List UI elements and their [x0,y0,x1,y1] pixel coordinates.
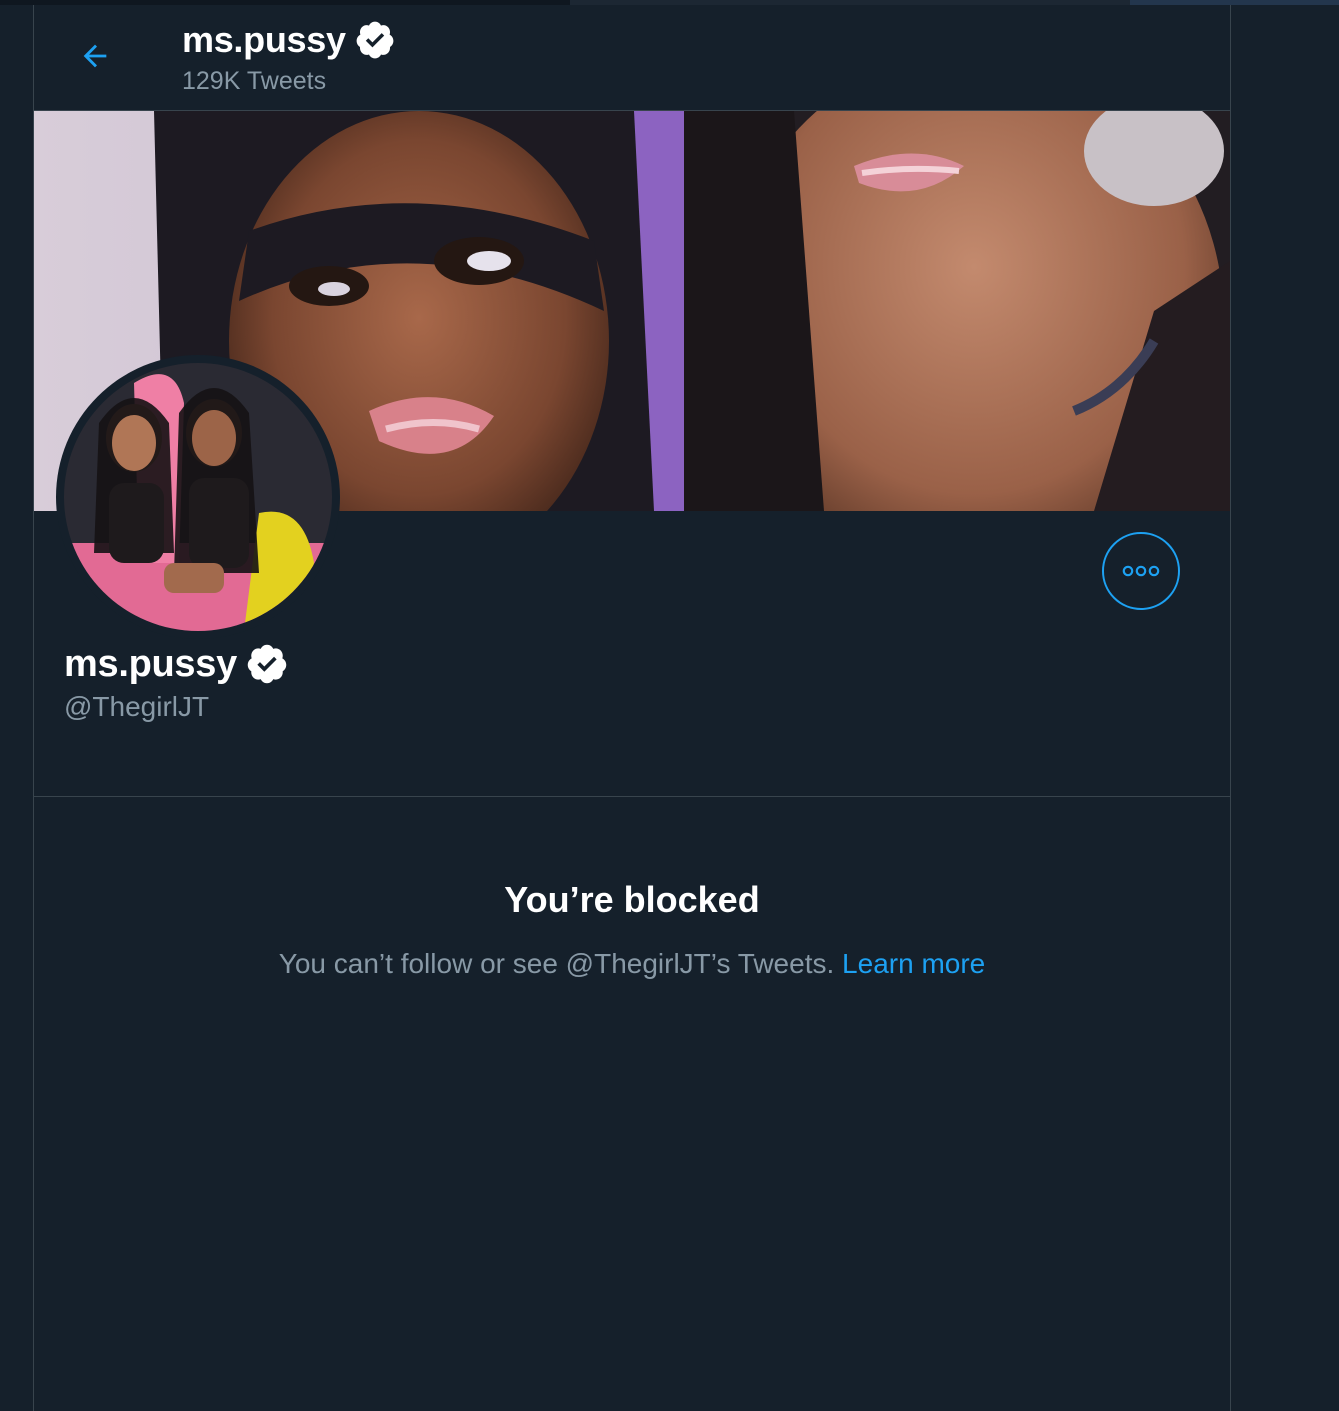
profile-avatar[interactable] [56,355,340,639]
more-horizontal-icon [1122,565,1160,577]
blocked-message-row: You can’t follow or see @ThegirlJT’s Twe… [34,948,1230,980]
section-divider [34,796,1230,797]
verified-badge-icon [354,19,396,61]
profile-display-name: ms.pussy [64,642,237,685]
arrow-left-icon [83,44,107,68]
header-name-row: ms.pussy [182,19,396,61]
profile-column: ms.pussy 129K Tweets ms.pussy @ThegirlJT… [33,5,1231,1411]
profile-name-row: ms.pussy [64,642,289,686]
profile-handle: @ThegirlJT [64,691,210,722]
verified-badge-icon [245,642,289,686]
avatar-image [64,363,332,631]
tweet-count: 129K Tweets [182,67,327,95]
header-display-name: ms.pussy [182,19,346,60]
back-button[interactable] [70,31,120,81]
blocked-title: You’re blocked [504,879,760,920]
more-options-button[interactable] [1102,532,1180,610]
profile-header-bar: ms.pussy 129K Tweets [34,5,1230,111]
blocked-message: You can’t follow or see @ThegirlJT’s Twe… [278,948,835,979]
learn-more-link[interactable]: Learn more [842,948,985,979]
